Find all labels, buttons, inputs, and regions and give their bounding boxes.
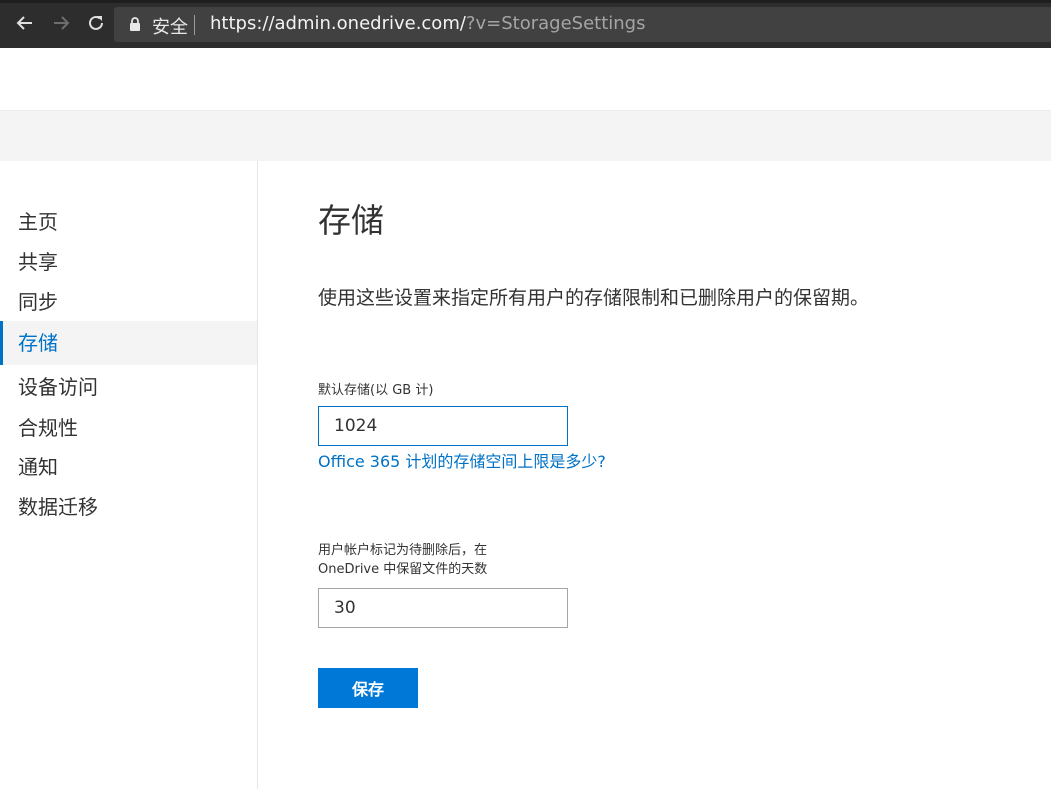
secure-label: 安全 bbox=[152, 17, 188, 38]
sidebar-item-device-access[interactable]: 设备访问 bbox=[0, 367, 257, 407]
page-description: 使用这些设置来指定所有用户的存储限制和已删除用户的保留期。 bbox=[318, 287, 870, 309]
sidebar-nav: 主页 共享 同步 存储 设备访问 合规性 通知 数据迁移 bbox=[0, 161, 258, 789]
sidebar-item-compliance[interactable]: 合规性 bbox=[0, 408, 257, 448]
retention-days-input[interactable] bbox=[318, 588, 568, 628]
back-arrow-icon bbox=[16, 16, 32, 30]
app-header bbox=[0, 48, 1051, 111]
sidebar-item-notifications[interactable]: 通知 bbox=[0, 447, 257, 487]
sidebar-item-sync[interactable]: 同步 bbox=[0, 282, 257, 322]
reload-button[interactable] bbox=[85, 12, 107, 34]
reload-icon bbox=[89, 15, 103, 30]
storage-limit-help-link[interactable]: Office 365 计划的存储空间上限是多少? bbox=[318, 448, 606, 472]
main-content: 存储 使用这些设置来指定所有用户的存储限制和已删除用户的保留期。 默认存储(以 … bbox=[258, 161, 1051, 789]
page-title: 存储 bbox=[318, 201, 384, 240]
sidebar-item-home[interactable]: 主页 bbox=[0, 202, 257, 242]
sidebar-item-sharing[interactable]: 共享 bbox=[0, 242, 257, 282]
address-bar[interactable]: 安全 https://admin.onedrive.com/?v=Storage… bbox=[114, 7, 1051, 42]
browser-toolbar: 安全 https://admin.onedrive.com/?v=Storage… bbox=[0, 0, 1051, 48]
default-storage-label: 默认存储(以 GB 计) bbox=[318, 383, 434, 398]
sidebar-item-storage[interactable]: 存储 bbox=[0, 321, 257, 365]
address-divider bbox=[194, 15, 195, 35]
sub-header-band bbox=[0, 111, 1051, 161]
default-storage-input[interactable] bbox=[318, 406, 568, 446]
url-query: ?v=StorageSettings bbox=[465, 13, 646, 34]
sidebar-item-data-migration[interactable]: 数据迁移 bbox=[0, 487, 257, 527]
retention-label-line1: 用户帐户标记为待删除后，在 bbox=[318, 543, 488, 558]
forward-arrow-icon bbox=[54, 16, 70, 30]
url-base: https://admin.onedrive.com/ bbox=[210, 13, 466, 34]
lock-icon bbox=[130, 17, 140, 31]
tab-strip bbox=[0, 0, 1051, 3]
forward-button[interactable] bbox=[50, 12, 72, 34]
save-button[interactable]: 保存 bbox=[318, 668, 418, 708]
back-button[interactable] bbox=[14, 12, 36, 34]
retention-days-label: 用户帐户标记为待删除后，在 OneDrive 中保留文件的天数 bbox=[318, 541, 487, 579]
retention-label-line2: OneDrive 中保留文件的天数 bbox=[318, 562, 488, 577]
url-text[interactable]: https://admin.onedrive.com/?v=StorageSet… bbox=[210, 13, 645, 34]
